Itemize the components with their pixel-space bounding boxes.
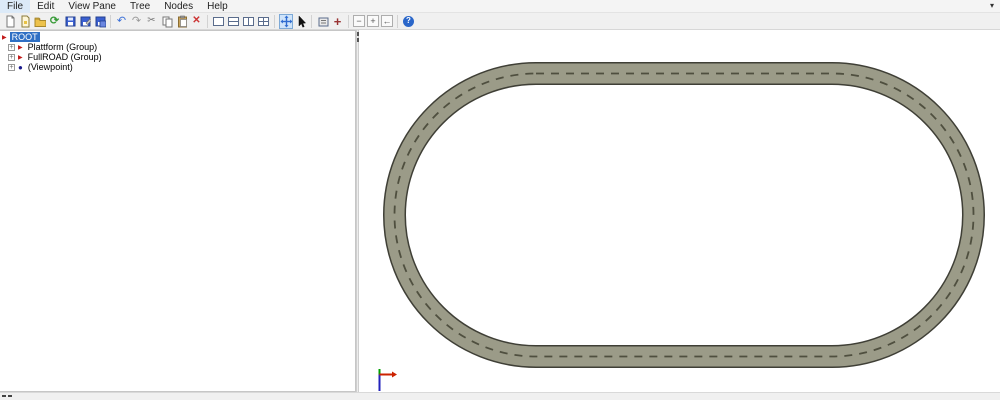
expand-icon[interactable]: + [8, 64, 15, 71]
menu-bar: File Edit View Pane Tree Nodes Help ▾ [0, 0, 1000, 13]
menu-view-pane[interactable]: View Pane [61, 0, 123, 13]
toolbar: ⟳ ↶ ↷ ✂ ✕ [0, 13, 1000, 30]
road-track-surface[interactable] [395, 74, 974, 357]
insert-node-icon [317, 15, 329, 28]
tree-node-label[interactable]: (Viewpoint) [26, 62, 75, 72]
viewpoint-icon: ● [18, 63, 23, 72]
node-arrow-icon: ▶ [2, 34, 7, 41]
menu-help[interactable]: Help [200, 0, 235, 13]
undo-button[interactable]: ↶ [115, 14, 129, 29]
zoom-out-button[interactable]: − [353, 15, 365, 27]
split-horizontal-button[interactable] [227, 14, 241, 29]
cursor-arrow-icon [295, 15, 307, 28]
scene-canvas[interactable] [359, 30, 1000, 392]
quad-pane-icon [258, 17, 269, 26]
view-back-button[interactable]: ← [381, 15, 393, 27]
open-folder-button[interactable] [33, 14, 47, 29]
resize-grip[interactable] [8, 395, 12, 397]
node-arrow-icon: ▶ [18, 44, 23, 51]
menu-overflow-icon[interactable]: ▾ [990, 0, 994, 12]
toolbar-separator [110, 15, 111, 28]
redo-button[interactable]: ↷ [130, 14, 144, 29]
tree-node-viewpoint[interactable]: + ● (Viewpoint) [0, 62, 355, 72]
axis-x-arrowhead-icon [392, 372, 397, 378]
single-pane-button[interactable] [212, 14, 226, 29]
add-node-button[interactable]: + [331, 14, 345, 29]
menu-tree[interactable]: Tree [123, 0, 157, 13]
split-vertical-icon [243, 17, 254, 26]
road-track-edge[interactable] [395, 74, 974, 357]
menu-file[interactable]: File [0, 0, 30, 13]
new-from-file-icon [19, 15, 31, 28]
copy-button[interactable] [160, 14, 174, 29]
help-icon: ? [403, 16, 414, 27]
bottom-strip [0, 392, 1000, 400]
tree-node-label[interactable]: Plattform (Group) [26, 42, 100, 52]
tree-node-label[interactable]: ROOT [10, 32, 40, 42]
save-copy-icon [94, 15, 106, 28]
save-as-icon [79, 15, 91, 28]
new-file-icon [4, 15, 16, 28]
split-vertical-button[interactable] [242, 14, 256, 29]
reload-button[interactable]: ⟳ [48, 14, 62, 29]
tree-node-label[interactable]: FullROAD (Group) [26, 52, 104, 62]
help-button[interactable]: ? [402, 14, 416, 29]
move-arrows-icon [280, 15, 292, 28]
paste-icon [176, 15, 188, 28]
viewport-3d[interactable] [359, 30, 1000, 392]
delete-button[interactable]: ✕ [190, 14, 204, 29]
scene-tree-panel[interactable]: ▶ ROOT + ▶ Plattform (Group) + ▶ FullROA… [0, 30, 356, 392]
save-as-button[interactable] [78, 14, 92, 29]
expand-icon[interactable]: + [8, 44, 15, 51]
toolbar-separator [397, 15, 398, 28]
tree-node-fullroad[interactable]: + ▶ FullROAD (Group) [0, 52, 355, 62]
insert-node-button[interactable] [316, 14, 330, 29]
tree-node-plattform[interactable]: + ▶ Plattform (Group) [0, 42, 355, 52]
single-pane-icon [213, 17, 224, 26]
expand-icon[interactable]: + [8, 54, 15, 61]
cut-button[interactable]: ✂ [145, 14, 159, 29]
menu-nodes[interactable]: Nodes [157, 0, 200, 13]
paste-button[interactable] [175, 14, 189, 29]
save-icon [64, 15, 76, 28]
quad-pane-button[interactable] [257, 14, 271, 29]
toolbar-separator [311, 15, 312, 28]
split-horizontal-icon [228, 17, 239, 26]
main-area: ▶ ROOT + ▶ Plattform (Group) + ▶ FullROA… [0, 30, 1000, 392]
copy-icon [161, 15, 173, 28]
save-button[interactable] [63, 14, 77, 29]
zoom-in-button[interactable]: + [367, 15, 379, 27]
menu-edit[interactable]: Edit [30, 0, 61, 13]
tree-node-root[interactable]: ▶ ROOT [0, 32, 355, 42]
select-tool-button[interactable] [294, 14, 308, 29]
toolbar-separator [348, 15, 349, 28]
toolbar-separator [274, 15, 275, 28]
node-arrow-icon: ▶ [18, 54, 23, 61]
axis-triad [380, 369, 398, 391]
new-from-file-button[interactable] [18, 14, 32, 29]
resize-grip[interactable] [2, 395, 6, 397]
toolbar-separator [207, 15, 208, 28]
move-tool-button[interactable] [279, 14, 293, 29]
new-file-button[interactable] [3, 14, 17, 29]
save-copy-button[interactable] [93, 14, 107, 29]
scene-tree: ▶ ROOT + ▶ Plattform (Group) + ▶ FullROA… [0, 31, 355, 72]
open-folder-icon [34, 15, 46, 28]
road-track-centerline [395, 74, 974, 357]
